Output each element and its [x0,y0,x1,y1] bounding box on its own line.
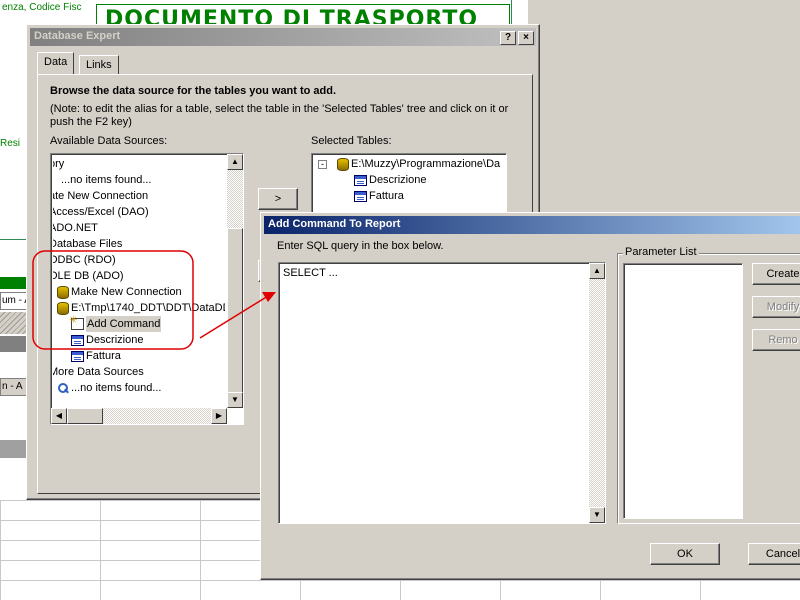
tree-item-label: Descrizione [86,334,144,346]
tree-item[interactable]: Add Command [69,313,162,332]
tree-item-label: ory [53,158,65,170]
table-icon [71,350,84,362]
selected-table-label: Fattura [369,190,404,202]
table-icon [71,334,84,346]
database-expert-title: Database Expert [34,30,121,42]
scroll-left-arrow[interactable]: ◀ [51,408,67,424]
table-icon [354,190,367,202]
sql-query-text: SELECT ... [283,267,338,279]
tree-item-label: More Data Sources [53,366,144,378]
create-parameter-button[interactable]: Create [752,263,800,285]
add-command-dialog: Add Command To Report Enter SQL query in… [260,212,800,580]
report-field-1[interactable]: um - A [0,292,28,310]
tree-horizontal-scrollbar[interactable]: ◀ ▶ [51,408,227,424]
tree-item[interactable]: Database Files [53,236,122,252]
tab-data[interactable]: Data [37,52,75,74]
workspace-grey-area [528,0,800,215]
alias-note: (Note: to edit the alias for a table, se… [50,103,509,128]
tree-item[interactable]: More Data Sources [53,364,144,380]
tree-item-label: ADO.NET [53,222,98,234]
tree-item-label: Add Command [86,316,162,332]
tree-item[interactable]: OLE DB (ADO) [53,268,124,284]
tree-item[interactable]: Fattura [71,348,121,364]
table-icon [354,174,367,186]
selected-table-descrizione[interactable]: Descrizione [354,172,426,188]
browse-heading: Browse the data source for the tables yo… [50,85,337,97]
selected-table-fattura[interactable]: Fattura [354,188,404,204]
selected-root-node[interactable]: - E:\Muzzy\Programmazione\Da [318,156,500,172]
modify-parameter-button[interactable]: Modify [752,296,800,318]
scroll-up-arrow[interactable]: ▲ [589,263,605,279]
add-command-titlebar[interactable]: Add Command To Report [264,216,800,234]
scroll-thumb[interactable] [227,228,243,408]
selected-tables-tree[interactable]: - E:\Muzzy\Programmazione\Da Descrizione… [311,153,507,215]
section-hatch [0,312,28,334]
tree-item[interactable]: ...no items found... [57,380,162,396]
tree-item-label: ...no items found... [71,382,162,394]
help-button[interactable]: ? [500,31,516,45]
sql-query-input[interactable]: SELECT ... ▲ ▼ [278,262,606,524]
section-band-dark [0,336,28,352]
tree-item[interactable]: ...no items found... [61,172,152,188]
parameter-list-label: Parameter List [623,246,699,258]
section-band-grey [0,440,28,458]
tree-item-label: Database Files [53,238,123,250]
remove-parameter-button[interactable]: Remo [752,329,800,351]
command-icon [69,313,84,330]
scroll-down-arrow[interactable]: ▼ [589,507,605,523]
collapse-icon[interactable]: - [318,159,327,169]
section-band-green [0,277,28,289]
tree-item-label: ODBC (RDO) [53,254,116,266]
tab-links[interactable]: Links [79,55,119,75]
database-expert-titlebar[interactable]: Database Expert ? × [30,28,536,46]
scroll-up-arrow[interactable]: ▲ [227,154,243,170]
tree-item[interactable]: ory [53,156,64,172]
scroll-h-thumb[interactable] [67,408,103,424]
tree-item[interactable]: Access/Excel (DAO) [53,204,149,220]
database-icon [57,285,69,299]
add-command-title: Add Command To Report [268,218,401,230]
tree-item[interactable]: ADO.NET [53,220,98,236]
key-icon [57,382,69,394]
database-icon [337,157,349,171]
selected-root-label: E:\Muzzy\Programmazione\Da [351,158,501,170]
sql-instruction: Enter SQL query in the box below. [277,240,444,252]
report-field-codice-fiscale: enza, Codice Fisc [2,2,82,13]
close-button[interactable]: × [518,31,534,45]
available-data-sources-tree[interactable]: ory ...no items found... ate New Connectio… [50,153,244,425]
tree-item[interactable]: Make New Connection [57,284,182,300]
sql-vertical-scrollbar[interactable]: ▲ ▼ [589,263,605,523]
cancel-button[interactable]: Cancel [748,543,800,565]
tree-item-label: Make New Connection [71,286,182,298]
ok-button[interactable]: OK [650,543,720,565]
tree-item[interactable]: ODBC (RDO) [53,252,116,268]
tree-item[interactable]: Descrizione [71,332,143,348]
tree-viewport: ory ...no items found... ate New Connectio… [53,154,225,406]
database-icon [57,301,69,315]
available-data-sources-label: Available Data Sources: [50,135,168,147]
report-field-resi: Resi [0,138,21,149]
report-field-2[interactable]: n - A [0,378,28,396]
tree-item-label: ...no items found... [61,174,152,186]
add-table-button[interactable]: > [258,188,298,210]
tree-item-label: Fattura [86,350,121,362]
selected-tables-label: Selected Tables: [311,135,392,147]
tree-item-label: ate New Connection [53,190,149,202]
tree-item-label: Access/Excel (DAO) [53,206,149,218]
parameter-listbox[interactable] [623,263,743,519]
tree-item-label: E:\Tmp\1740_DDT\DDT\DataDDT [71,302,225,314]
scroll-right-arrow[interactable]: ▶ [211,408,227,424]
selected-table-label: Descrizione [369,174,427,186]
tree-vertical-scrollbar[interactable]: ▲ ▼ [227,154,243,408]
tree-item[interactable]: E:\Tmp\1740_DDT\DDT\DataDDT [57,300,225,316]
scroll-down-arrow[interactable]: ▼ [227,392,243,408]
tree-item[interactable]: ate New Connection [53,188,148,204]
tree-item-label: OLE DB (ADO) [53,270,124,282]
